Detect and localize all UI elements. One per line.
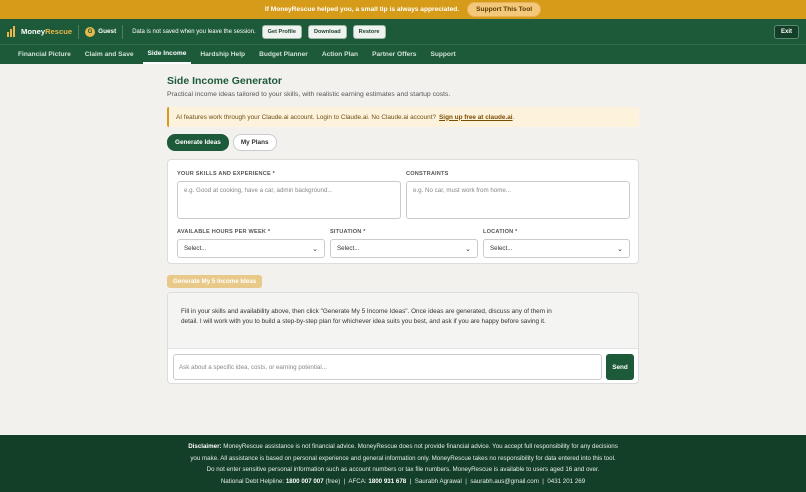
location-select[interactable]: Select... ⌄ [483, 239, 630, 258]
situation-label: SITUATION * [330, 229, 366, 235]
user-badge: G Guest [85, 26, 117, 37]
hours-label: AVAILABLE HOURS PER WEEK * [177, 229, 271, 235]
footer-line-1: Disclaimer: MoneyRescue assistance is no… [188, 443, 618, 450]
main-nav: Financial Picture Claim and Save Side In… [0, 44, 806, 64]
constraints-textarea[interactable]: e.g. No car, must work from home... [406, 181, 630, 219]
page-subtitle: Practical income ideas tailored to your … [167, 91, 451, 98]
tab-partner-offers[interactable]: Partner Offers [367, 45, 421, 64]
sub-tabs: Generate Ideas My Plans [167, 134, 639, 151]
bar-chart-icon [7, 26, 17, 37]
footer-line-3: Do not enter sensitive personal informat… [206, 466, 600, 473]
tab-financial-picture[interactable]: Financial Picture [13, 45, 76, 64]
chevron-down-icon: ⌄ [312, 245, 318, 253]
chat-input[interactable]: Ask about a specific idea, costs, or ear… [173, 354, 602, 380]
tip-banner: If MoneyRescue helped you, a small tip i… [0, 0, 806, 19]
download-button[interactable]: Download [307, 24, 347, 39]
tab-support[interactable]: Support [425, 45, 460, 64]
author-email[interactable]: saurabh.aus@gmail.com [470, 478, 539, 485]
page-title: Side Income Generator [167, 75, 282, 87]
get-profile-button[interactable]: Get Profile [261, 24, 302, 39]
hours-select[interactable]: Select... ⌄ [177, 239, 325, 258]
tab-budget-planner[interactable]: Budget Planner [254, 45, 313, 64]
support-button[interactable]: Support This Tool [467, 2, 542, 17]
footer: Disclaimer: MoneyRescue assistance is no… [0, 435, 806, 492]
tab-side-income[interactable]: Side Income [142, 45, 192, 64]
user-label: Guest [98, 28, 117, 35]
idea-form: YOUR SKILLS AND EXPERIENCE * e.g. Good a… [167, 159, 639, 264]
skills-label: YOUR SKILLS AND EXPERIENCE * [177, 171, 276, 177]
constraints-label: CONSTRAINTS [406, 171, 449, 177]
helpline-number[interactable]: 1800 007 007 [286, 478, 324, 485]
afca-number[interactable]: 1800 931 678 [368, 478, 406, 485]
ai-notice-period: . [512, 113, 515, 121]
tab-my-plans[interactable]: My Plans [232, 134, 277, 151]
footer-line-2: you make. All assistance is based on per… [190, 454, 616, 462]
situation-select[interactable]: Select... ⌄ [330, 239, 478, 258]
main-content: Side Income Generator Practical income i… [167, 75, 639, 384]
skills-textarea[interactable]: e.g. Good at cooking, have a car, admin … [177, 181, 401, 219]
tab-generate-ideas[interactable]: Generate Ideas [167, 134, 229, 151]
location-label: LOCATION * [483, 229, 518, 235]
logo[interactable]: MoneyRescue [7, 26, 72, 37]
situation-select-value: Select... [337, 245, 360, 252]
divider [78, 24, 80, 39]
exit-button[interactable]: Exit [773, 24, 799, 39]
location-select-value: Select... [490, 245, 513, 252]
author-name: Saurabh Agrawal [414, 477, 462, 485]
session-notice: Data is not saved when you leave the ses… [132, 28, 256, 35]
chevron-down-icon: ⌄ [465, 245, 471, 253]
divider [122, 24, 124, 39]
avatar: G [85, 26, 96, 37]
restore-button[interactable]: Restore [352, 24, 386, 39]
send-button[interactable]: Send [606, 354, 634, 380]
tab-hardship-help[interactable]: Hardship Help [195, 45, 250, 64]
author-phone[interactable]: 0431 201 269 [547, 478, 585, 485]
tab-action-plan[interactable]: Action Plan [317, 45, 363, 64]
brand-name: MoneyRescue [21, 27, 73, 36]
ai-notice-text: AI features work through your Claude.ai … [176, 113, 437, 121]
tip-text: If MoneyRescue helped you, a small tip i… [264, 6, 460, 13]
ai-notice: AI features work through your Claude.ai … [167, 107, 639, 127]
chevron-down-icon: ⌄ [617, 245, 623, 253]
chat-message: Fill in your skills and availability abo… [168, 293, 638, 349]
chat-panel: Fill in your skills and availability abo… [167, 292, 639, 384]
signup-link[interactable]: Sign up free at claude.ai [439, 114, 513, 121]
app-header: MoneyRescue G Guest Data is not saved wh… [0, 19, 806, 44]
footer-contacts: National Debt Helpline: 1800 007 007 (fr… [220, 477, 586, 485]
tab-claim-and-save[interactable]: Claim and Save [80, 45, 139, 64]
hours-select-value: Select... [184, 245, 207, 252]
generate-ideas-button[interactable]: Generate My 5 Income Ideas [167, 275, 263, 288]
